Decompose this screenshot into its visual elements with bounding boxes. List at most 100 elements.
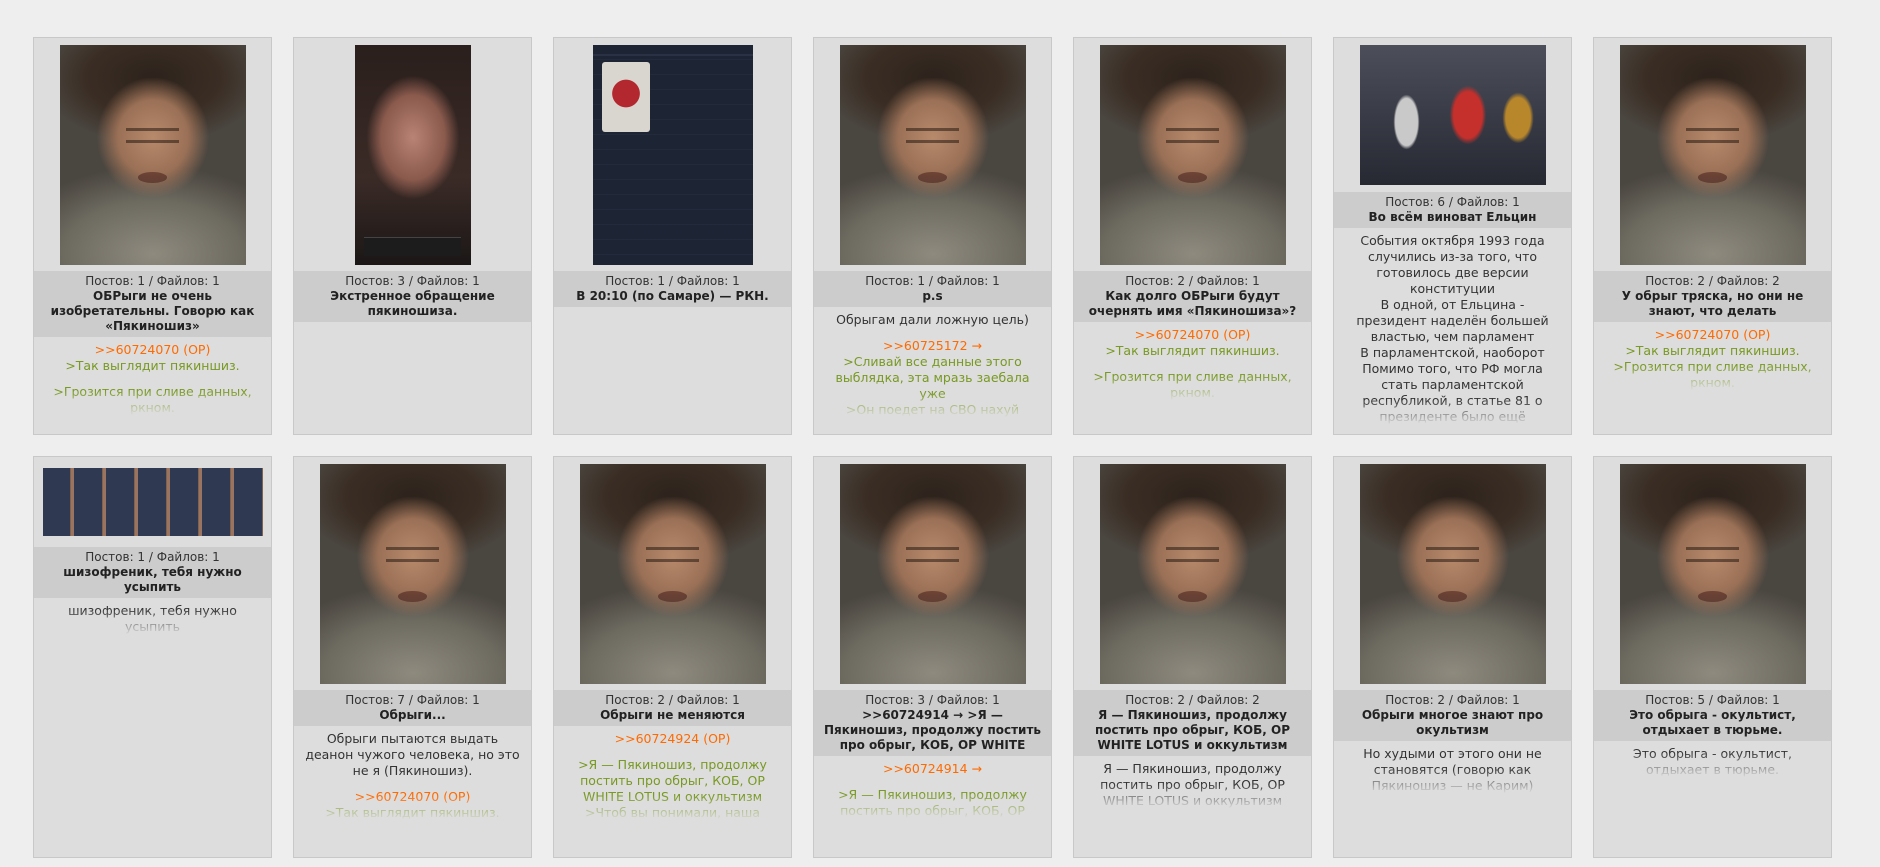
thread-subject[interactable]: У обрыг тряска, но они не знают, что дел… [1600, 289, 1825, 319]
thread-thumbnail-wrapper[interactable] [34, 457, 271, 547]
greentext-quote: >Так выглядит пякиншиз. [65, 358, 240, 373]
thread-meta: Постов: 1 / Файлов: 1 ОБРыги не очень изо… [34, 271, 271, 337]
thread-subject[interactable]: Обрыги не меняются [560, 708, 785, 723]
thread-thumbnail-wrapper[interactable] [1334, 38, 1571, 192]
thread-card[interactable]: Постов: 3 / Файлов: 1 Экстренное обращени… [293, 37, 532, 435]
thread-meta: Постов: 6 / Файлов: 1 Во всём виноват Ель… [1334, 192, 1571, 228]
thread-thumbnail-image[interactable] [839, 44, 1026, 265]
post-reply-link[interactable]: >>60724070 (OP) [1604, 327, 1821, 343]
thread-thumbnail-image[interactable] [1619, 44, 1806, 265]
greentext-quote: >Так выглядит пякиншиз. [325, 805, 500, 820]
thread-excerpt: События октября 1993 года случились из-з… [1334, 228, 1571, 425]
thread-thumbnail-wrapper[interactable] [1334, 457, 1571, 690]
thread-thumbnail-image[interactable] [839, 463, 1026, 684]
thread-catalog: Постов: 1 / Файлов: 1 ОБРыги не очень изо… [0, 0, 1880, 867]
greentext-quote: >Я — Пякиношиз, продолжу постить про обр… [578, 757, 767, 804]
thread-meta: Постов: 1 / Файлов: 1 шизофреник, тебя ну… [34, 547, 271, 598]
thread-thumbnail-wrapper[interactable] [294, 457, 531, 690]
thread-subject[interactable]: >>60724914 → >Я — Пякиношиз, продолжу по… [820, 708, 1045, 753]
thread-card[interactable]: Постов: 2 / Файлов: 2Я — Пякиношиз, прод… [1073, 456, 1312, 858]
thread-thumbnail-wrapper[interactable] [814, 457, 1051, 690]
thread-thumbnail-image[interactable] [1099, 44, 1286, 265]
thread-card[interactable]: Постов: 2 / Файлов: 1 Как долго ОБРыги бу… [1073, 37, 1312, 435]
thread-thumbnail-wrapper[interactable] [1074, 457, 1311, 690]
thread-thumbnail-image[interactable] [1359, 45, 1546, 185]
thread-thumbnail-wrapper[interactable] [554, 457, 791, 690]
greentext-quote: >Я — Пякиношиз, продолжу постить про обр… [838, 787, 1027, 818]
thread-thumbnail-image[interactable] [579, 463, 766, 684]
thread-thumbnail-wrapper[interactable] [1594, 38, 1831, 271]
excerpt-spacer [564, 747, 781, 757]
thread-thumbnail-image[interactable] [319, 463, 506, 684]
post-file-counts: Постов: 3 / Файлов: 1 [345, 274, 480, 288]
thread-card[interactable]: Постов: 3 / Файлов: 1 >>60724914 → >Я — П… [813, 456, 1052, 858]
thread-meta: Постов: 1 / Файлов: 1В 20:10 (по Самаре)… [554, 271, 791, 307]
post-file-counts: Постов: 3 / Файлов: 1 [865, 693, 1000, 707]
thread-excerpt [294, 322, 531, 327]
thread-thumbnail-wrapper[interactable] [34, 38, 271, 271]
excerpt-text: Но худыми от этого они не становятся (го… [1363, 746, 1542, 793]
post-reply-link[interactable]: >>60724070 (OP) [1084, 327, 1301, 343]
post-reply-link[interactable]: >>60724070 (OP) [44, 342, 261, 358]
greentext-quote: >Так выглядит пякиншиз. [1625, 343, 1800, 358]
thread-card[interactable]: Постов: 1 / Файлов: 1 p.s Обрыгам дали лож… [813, 37, 1052, 435]
thread-card[interactable]: Постов: 6 / Файлов: 1 Во всём виноват Ель… [1333, 37, 1572, 435]
thread-meta: Постов: 2 / Файлов: 2У обрыг тряска, но … [1594, 271, 1831, 322]
post-file-counts: Постов: 6 / Файлов: 1 [1385, 195, 1520, 209]
thread-subject[interactable]: Обрыги... [300, 708, 525, 723]
thread-thumbnail-wrapper[interactable] [814, 38, 1051, 271]
thread-subject[interactable]: В 20:10 (по Самаре) — РКН. [560, 289, 785, 304]
thread-subject[interactable]: Это обрыга - окультист, отдыхает в тюрьм… [1600, 708, 1825, 738]
thread-thumbnail-image[interactable] [59, 44, 246, 265]
greentext-quote: >Он поедет на СВО нахуй [845, 402, 1020, 417]
thread-subject[interactable]: шизофреник, тебя нужно усыпить [40, 565, 265, 595]
thread-thumbnail-image[interactable] [592, 44, 753, 265]
post-reply-link[interactable]: >>60724914 → [824, 761, 1041, 777]
excerpt-text: шизофреник, тебя нужно усыпить [68, 603, 237, 634]
thread-thumbnail-wrapper[interactable] [294, 38, 531, 271]
thread-thumbnail-image[interactable] [1359, 463, 1546, 684]
thread-excerpt: Это обрыга - окультист, отдыхает в тюрьм… [1594, 741, 1831, 778]
thread-card[interactable]: Постов: 2 / Файлов: 2У обрыг тряска, но … [1593, 37, 1832, 435]
thread-excerpt: Обрыгам дали ложную цель) >>60725172 → >Сл… [814, 307, 1051, 418]
thread-subject[interactable]: p.s [820, 289, 1045, 304]
thread-card[interactable]: Постов: 1 / Файлов: 1В 20:10 (по Самаре)… [553, 37, 792, 435]
thread-subject[interactable]: ОБРыги не очень изобретательны. Говорю к… [40, 289, 265, 334]
thread-thumbnail-wrapper[interactable] [1594, 457, 1831, 690]
thread-thumbnail-image[interactable] [354, 44, 471, 265]
thread-card[interactable]: Постов: 1 / Файлов: 1 ОБРыги не очень изо… [33, 37, 272, 435]
thread-excerpt: шизофреник, тебя нужно усыпить [34, 598, 271, 635]
post-file-counts: Постов: 2 / Файлов: 1 [605, 693, 740, 707]
thread-meta: Постов: 7 / Файлов: 1 Обрыги... [294, 690, 531, 726]
thread-subject[interactable]: Экстренное обращение пякиношиза. [300, 289, 525, 319]
thread-meta: Постов: 2 / Файлов: 1 Обрыги не меняются [554, 690, 791, 726]
post-reply-link[interactable]: >>60725172 → [824, 338, 1041, 354]
thread-thumbnail-image[interactable] [1619, 463, 1806, 684]
post-file-counts: Постов: 1 / Файлов: 1 [605, 274, 740, 288]
thread-excerpt: >>60724914 → >Я — Пякиношиз, продолжу пос… [814, 756, 1051, 819]
thread-subject[interactable]: Я — Пякиношиз, продолжу постить про обры… [1080, 708, 1305, 753]
thread-thumbnail-image[interactable] [1099, 463, 1286, 684]
post-file-counts: Постов: 2 / Файлов: 2 [1125, 693, 1260, 707]
thread-thumbnail-wrapper[interactable] [554, 38, 791, 271]
thread-card[interactable]: Постов: 2 / Файлов: 1 Обрыги не меняются >… [553, 456, 792, 858]
thread-thumbnail-image[interactable] [42, 468, 263, 536]
greentext-quote: >Чтоб вы понимали, наша [584, 805, 761, 820]
thread-excerpt: Но худыми от этого они не становятся (го… [1334, 741, 1571, 794]
excerpt-spacer [824, 777, 1041, 787]
thread-subject[interactable]: Как долго ОБРыги будут очернять имя «Пяк… [1080, 289, 1305, 319]
excerpt-text: События октября 1993 года случились из-з… [1360, 233, 1545, 296]
post-reply-link[interactable]: >>60724070 (OP) [304, 789, 521, 805]
excerpt-text: Помимо того, что РФ могла стать парламен… [1362, 361, 1543, 424]
thread-subject[interactable]: Обрыги многое знают про окультизм [1340, 708, 1565, 738]
thread-card[interactable]: Постов: 5 / Файлов: 1 Это обрыга - окульт… [1593, 456, 1832, 858]
excerpt-text: В одной, от Ельцина - президент наделён … [1356, 297, 1549, 344]
greentext-quote: >Грозится при сливе данных, ркном. [53, 384, 252, 415]
thread-card[interactable]: Постов: 2 / Файлов: 1 Обрыги многое знают… [1333, 456, 1572, 858]
post-reply-link[interactable]: >>60724924 (OP) [564, 731, 781, 747]
thread-card[interactable]: Постов: 1 / Файлов: 1 шизофреник, тебя ну… [33, 456, 272, 858]
thread-thumbnail-wrapper[interactable] [1074, 38, 1311, 271]
thread-card[interactable]: Постов: 7 / Файлов: 1 Обрыги... Обрыги пыт… [293, 456, 532, 858]
thread-subject[interactable]: Во всём виноват Ельцин [1340, 210, 1565, 225]
greentext-quote: >Грозится при сливе данных, ркном. [1093, 369, 1292, 400]
